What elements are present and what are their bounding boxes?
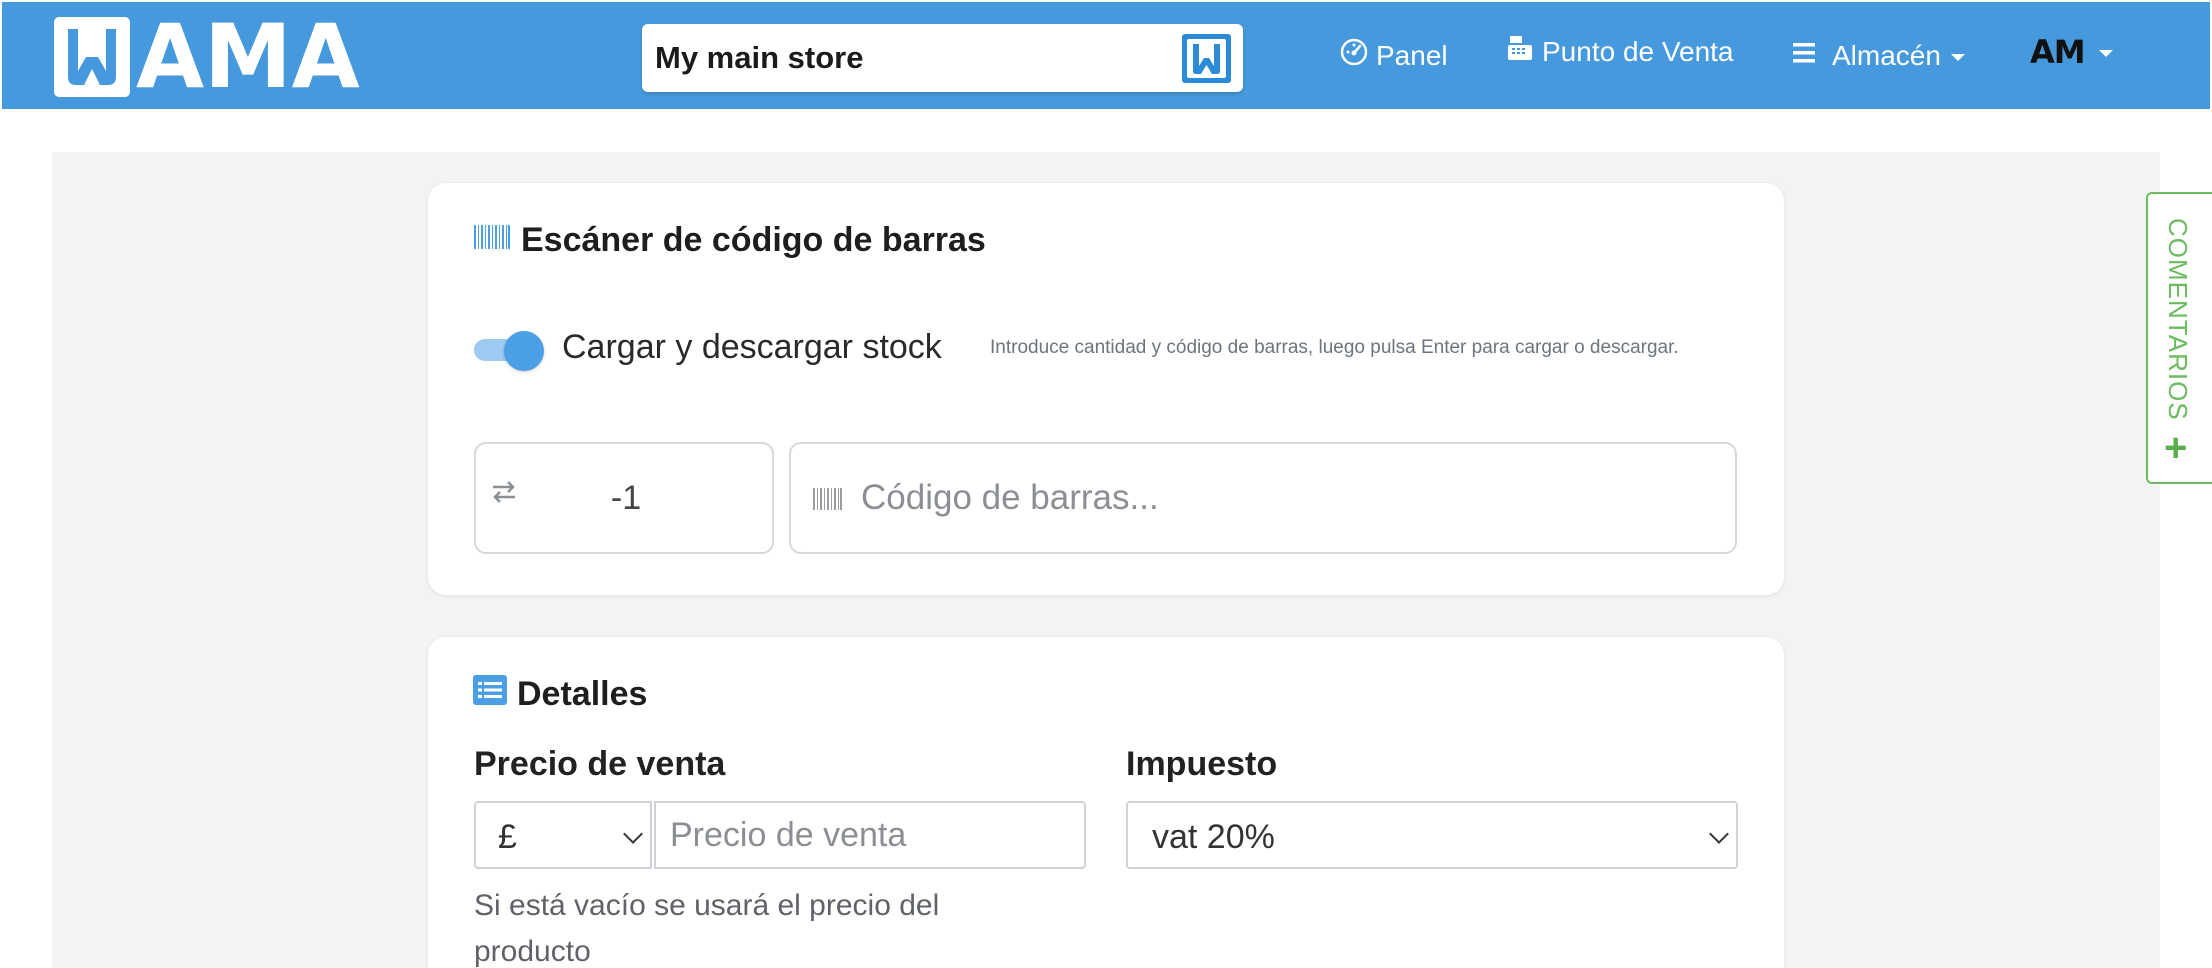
cash-register-icon [1506, 34, 1534, 69]
tax-select[interactable]: vat 20% [1126, 801, 1738, 869]
details-card: Detalles Precio de venta £ Precio de ven… [428, 637, 1784, 968]
chevron-down-icon [2098, 50, 2113, 57]
nav-almacen-dropdown[interactable]: Almacén [1792, 2, 1965, 109]
user-menu-dropdown[interactable]: AM [2030, 0, 2113, 105]
comments-side-tab[interactable]: COMENTARIOS + [2146, 192, 2212, 484]
logo-w-mark [54, 17, 130, 97]
logo-text: AMA [136, 5, 360, 108]
comments-tab-label: COMENTARIOS [2163, 218, 2193, 421]
quantity-input[interactable]: -1 [474, 442, 774, 554]
chevron-down-icon [1950, 54, 1965, 61]
currency-select[interactable]: £ [474, 801, 652, 869]
list-icon [473, 675, 507, 714]
menu-lines-icon [1792, 40, 1816, 72]
barcode-scanner-card: Escáner de código de barras Cargar y des… [428, 183, 1784, 595]
top-navbar: AMA My main store Panel Punto de Venta A… [2, 2, 2210, 109]
nav-punto-de-venta-label: Punto de Venta [1542, 35, 1734, 67]
barcode-icon [473, 221, 511, 260]
dashboard-gauge-icon [1340, 38, 1368, 73]
sale-price-input[interactable]: Precio de venta [654, 801, 1086, 869]
toggle-label: Cargar y descargar stock [562, 328, 942, 366]
quantity-value: -1 [610, 479, 642, 517]
currency-value: £ [498, 818, 517, 856]
price-label: Precio de venta [474, 745, 726, 783]
sale-price-placeholder: Precio de venta [670, 816, 907, 854]
nav-almacen-label: Almacén [1832, 39, 1941, 71]
brand-logo[interactable]: AMA [54, 5, 360, 108]
scanner-card-title: Escáner de código de barras [473, 221, 986, 260]
price-help-text: Si está vacío se usará el precio del pro… [474, 889, 940, 968]
tax-value: vat 20% [1152, 818, 1275, 856]
barcode-placeholder: Código de barras... [861, 478, 1159, 517]
nav-panel[interactable]: Panel [1340, 2, 1448, 109]
stock-toggle-switch[interactable] [474, 331, 544, 371]
store-logo-icon [1182, 34, 1231, 83]
nav-panel-label: Panel [1376, 39, 1448, 71]
toggle-help-text: Introduce cantidad y código de barras, l… [990, 337, 1679, 358]
tax-label: Impuesto [1126, 745, 1278, 783]
barcode-input[interactable]: Código de barras... [789, 442, 1737, 554]
chevron-down-icon [1709, 824, 1729, 844]
plus-icon: + [2164, 426, 2188, 470]
toggle-knob [504, 331, 544, 371]
store-name: My main store [655, 40, 864, 75]
nav-punto-de-venta[interactable]: Punto de Venta [1506, 0, 1734, 105]
details-card-title: Detalles [473, 675, 647, 714]
store-selector[interactable]: My main store [642, 24, 1243, 92]
user-avatar-logo: AM [2030, 32, 2086, 71]
details-title-text: Detalles [517, 675, 648, 713]
scanner-title-text: Escáner de código de barras [521, 221, 986, 259]
barcode-icon [813, 488, 843, 515]
chevron-down-icon [623, 824, 643, 844]
